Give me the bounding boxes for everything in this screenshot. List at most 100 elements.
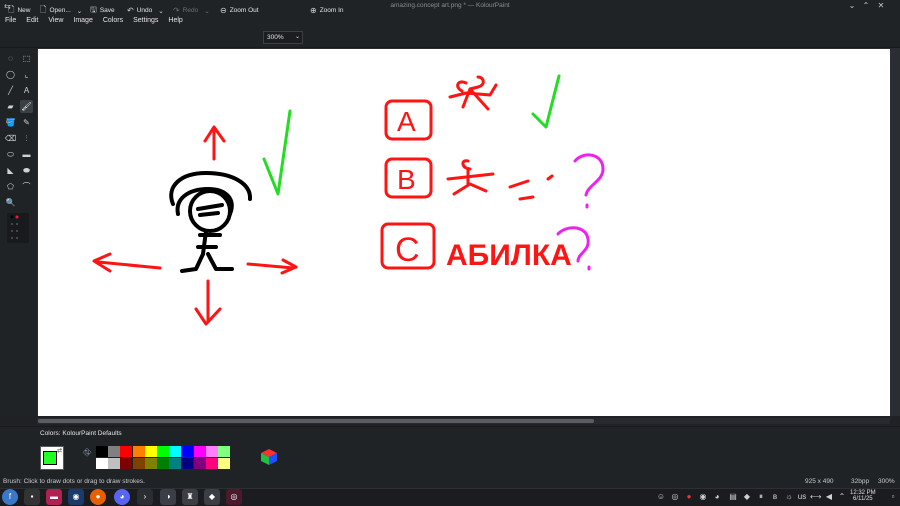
- ellipse-select-icon[interactable]: ◯: [4, 68, 17, 81]
- zoom-out-button[interactable]: ⊖ Zoom Out: [220, 4, 259, 17]
- discord-icon[interactable]: ◕: [114, 489, 130, 505]
- palette-swatch[interactable]: [120, 446, 133, 457]
- palette-swatch[interactable]: [193, 458, 206, 469]
- undo-button[interactable]: ↶ Undo ⌄: [127, 4, 164, 17]
- menu-help[interactable]: Help: [168, 17, 182, 24]
- palette-swatch[interactable]: [96, 446, 108, 457]
- palette-swatch[interactable]: [169, 458, 182, 469]
- palette-swatch[interactable]: [96, 458, 108, 469]
- tray-obs-icon[interactable]: ◎: [670, 492, 680, 502]
- polygon-icon[interactable]: ⬠: [4, 180, 17, 193]
- color-cube-icon[interactable]: [260, 448, 278, 466]
- text-icon[interactable]: A: [20, 84, 33, 97]
- open-dropdown-icon[interactable]: ⌄: [77, 7, 82, 15]
- app-icon-8[interactable]: ◑: [160, 489, 176, 505]
- palette-swatch[interactable]: [218, 446, 230, 457]
- brush-size-6[interactable]: [16, 230, 18, 232]
- line-icon[interactable]: ╱: [4, 84, 17, 97]
- tray-volume-icon[interactable]: ◀: [824, 492, 834, 502]
- foreground-color[interactable]: [43, 451, 57, 465]
- zoom-combobox[interactable]: 300% ⌄: [263, 31, 303, 44]
- terminal-icon[interactable]: ›: [137, 489, 153, 505]
- keyboard-layout[interactable]: us: [796, 492, 808, 502]
- tray-expand-icon[interactable]: ⌃: [837, 492, 847, 502]
- brush-size-3[interactable]: [11, 223, 13, 225]
- close-icon[interactable]: ✕: [876, 1, 886, 11]
- tray-clipboard-icon[interactable]: ▤: [728, 492, 738, 502]
- app-icon-9[interactable]: ♜: [182, 489, 198, 505]
- scrollbar-thumb[interactable]: [38, 419, 594, 423]
- palette-swatch[interactable]: [120, 458, 133, 469]
- app-icon-3[interactable]: ▬: [46, 489, 62, 505]
- tray-record-icon[interactable]: ●: [684, 492, 694, 502]
- menu-file[interactable]: File: [5, 17, 16, 24]
- transparent-color-icon[interactable]: ⛗: [80, 446, 94, 460]
- spraycan-icon[interactable]: ⫶: [20, 132, 33, 145]
- tray-discord-icon[interactable]: ◕: [712, 492, 722, 502]
- rect-select-icon[interactable]: ⬚: [20, 52, 33, 65]
- show-desktop-icon[interactable]: ▫: [888, 492, 898, 502]
- rounded-rect-icon[interactable]: ◣: [4, 164, 17, 177]
- maximize-icon[interactable]: ⌃: [861, 1, 871, 11]
- palette-swatch[interactable]: [157, 458, 169, 469]
- zoom-tool-icon[interactable]: 🔍: [4, 196, 17, 209]
- menu-edit[interactable]: Edit: [26, 17, 38, 24]
- minimize-icon[interactable]: ⌄: [847, 1, 857, 11]
- rectangle-icon[interactable]: ▬: [20, 148, 33, 161]
- menu-view[interactable]: View: [48, 17, 63, 24]
- fedora-launcher-icon[interactable]: f: [2, 489, 18, 505]
- tray-bluetooth-icon[interactable]: ʙ: [770, 492, 780, 502]
- curve-icon[interactable]: ⌒: [20, 180, 33, 193]
- palette-swatch[interactable]: [157, 446, 169, 457]
- swap-colors-icon[interactable]: ⇄: [57, 447, 62, 454]
- ellipse-icon[interactable]: ⬭: [4, 148, 17, 161]
- brush-size-8[interactable]: [16, 237, 18, 239]
- palette-swatch[interactable]: [132, 446, 145, 457]
- new-button[interactable]: 🗋 New: [8, 4, 30, 17]
- palette-swatch[interactable]: [108, 458, 121, 469]
- brush-size-1[interactable]: [10, 215, 14, 219]
- palette-swatch[interactable]: [132, 458, 145, 469]
- palette-swatch[interactable]: [181, 458, 194, 469]
- brush-size-4[interactable]: [16, 223, 18, 225]
- menu-settings[interactable]: Settings: [133, 17, 158, 24]
- palette-swatch[interactable]: [169, 446, 182, 457]
- color-well[interactable]: ⇄: [40, 446, 64, 470]
- steam-icon[interactable]: ◉: [68, 489, 84, 505]
- palette-swatch[interactable]: [218, 458, 230, 469]
- brush-icon[interactable]: 🖌: [20, 100, 33, 113]
- palette-swatch[interactable]: [144, 458, 157, 469]
- horizontal-scrollbar[interactable]: [37, 418, 890, 424]
- palette-swatch[interactable]: [181, 446, 194, 457]
- save-button[interactable]: 🖫 Save: [90, 4, 115, 17]
- tray-network-icon[interactable]: ⟷: [810, 492, 821, 502]
- filled-ellipse-icon[interactable]: ⬬: [20, 164, 33, 177]
- tray-brightness-icon[interactable]: ☼: [784, 492, 794, 502]
- color-eraser-icon[interactable]: ⌫: [4, 132, 17, 145]
- palette-swatch[interactable]: [205, 446, 218, 457]
- eraser-icon[interactable]: ▰: [4, 100, 17, 113]
- brush-size-2[interactable]: [15, 215, 19, 219]
- brush-size-options[interactable]: [7, 213, 29, 243]
- brush-size-5[interactable]: [11, 230, 13, 232]
- tray-steam-icon[interactable]: ◉: [698, 492, 708, 502]
- drawing-canvas[interactable]: A B C АБИЛКА: [38, 49, 890, 416]
- palette-swatch[interactable]: [144, 446, 157, 457]
- tray-pause-icon[interactable]: ⏸: [756, 492, 766, 502]
- tray-icon-1[interactable]: ☺: [656, 492, 666, 502]
- open-button[interactable]: 🗋 Open... ⌄: [40, 4, 82, 17]
- obs-icon[interactable]: ◎: [226, 489, 242, 505]
- crop-icon[interactable]: ⌞: [20, 68, 33, 81]
- firefox-icon[interactable]: ●: [90, 489, 106, 505]
- palette-swatch[interactable]: [108, 446, 121, 457]
- palette-swatch[interactable]: [205, 458, 218, 469]
- zoom-in-button[interactable]: ⊕ Zoom In: [310, 4, 344, 17]
- fill-icon[interactable]: 🪣: [4, 116, 17, 129]
- undo-dropdown-icon[interactable]: ⌄: [158, 7, 163, 15]
- system-monitor-icon[interactable]: ▪: [24, 489, 40, 505]
- kolourpaint-task-icon[interactable]: ◆: [204, 489, 220, 505]
- color-picker-icon[interactable]: ✎: [20, 116, 33, 129]
- menu-colors[interactable]: Colors: [103, 17, 123, 24]
- tray-icon-7[interactable]: ◆: [742, 492, 752, 502]
- brush-size-7[interactable]: [11, 237, 13, 239]
